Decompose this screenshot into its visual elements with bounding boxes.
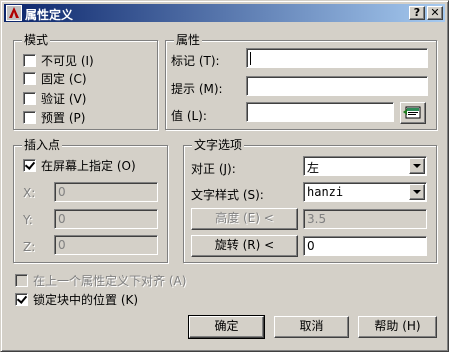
height-pick-button[interactable]: 高度 (E) < xyxy=(191,208,298,230)
title-bar[interactable]: 属性定义 ? ✕ xyxy=(4,4,445,22)
value-input[interactable] xyxy=(246,102,394,122)
verify-checkbox-label: 验证 (V) xyxy=(41,91,87,106)
invisible-checkbox[interactable]: 不可见 (I) xyxy=(23,52,94,68)
justify-label: 对正 (J): xyxy=(191,162,236,176)
preset-checkbox[interactable]: 预置 (P) xyxy=(23,109,85,125)
specify-on-screen-label: 在屏幕上指定 (O) xyxy=(41,158,136,173)
text-caret xyxy=(250,52,251,65)
cancel-button[interactable]: 取消 xyxy=(274,316,349,338)
help-button[interactable]: 帮助 (H) xyxy=(358,316,437,338)
tag-label: 标记 (T): xyxy=(171,54,220,68)
chevron-down-icon[interactable] xyxy=(409,184,425,200)
align-below-label: 在上一个属性定义下对齐 (A) xyxy=(33,273,187,288)
constant-checkbox[interactable]: 固定 (C) xyxy=(23,70,87,86)
invisible-checkbox-box[interactable] xyxy=(23,53,36,67)
rotation-pick-button[interactable]: 旋转 (R) < xyxy=(191,235,298,257)
specify-on-screen-checkbox-box[interactable] xyxy=(23,158,36,172)
close-icon: ✕ xyxy=(430,6,440,19)
mode-group-label: 模式 xyxy=(22,33,51,47)
z-label: Z: xyxy=(23,240,36,254)
constant-checkbox-label: 固定 (C) xyxy=(41,71,87,86)
autocad-app-icon xyxy=(6,5,22,21)
preset-checkbox-box[interactable] xyxy=(23,110,36,124)
y-input[interactable]: 0 xyxy=(54,209,158,229)
specify-on-screen-checkbox[interactable]: 在屏幕上指定 (O) xyxy=(23,157,136,173)
insertion-point-group-label: 插入点 xyxy=(22,138,63,152)
z-input[interactable]: 0 xyxy=(54,235,158,255)
align-below-checkbox[interactable]: 在上一个属性定义下对齐 (A) xyxy=(15,272,186,288)
attribute-definition-dialog: 属性定义 ? ✕ 模式 不可见 (I) 固定 (C) 验证 (V) 预置 (P)… xyxy=(0,0,449,352)
y-label: Y: xyxy=(23,213,33,227)
verify-checkbox-box[interactable] xyxy=(23,91,36,105)
value-label: 值 (L): xyxy=(171,109,207,123)
window-title: 属性定义 xyxy=(25,8,74,22)
verify-checkbox[interactable]: 验证 (V) xyxy=(23,90,86,106)
lock-position-checkbox-box[interactable] xyxy=(15,292,28,306)
text-style-label: 文字样式 (S): xyxy=(191,188,264,202)
chevron-down-icon[interactable] xyxy=(409,158,425,174)
prompt-input[interactable] xyxy=(246,76,428,96)
text-style-select[interactable]: hanzi xyxy=(303,182,427,202)
lock-position-checkbox[interactable]: 锁定块中的位置 (K) xyxy=(15,291,138,307)
x-input[interactable]: 0 xyxy=(54,182,158,202)
x-label: X: xyxy=(23,186,36,200)
lock-position-label: 锁定块中的位置 (K) xyxy=(33,292,139,307)
text-options-group-label: 文字选项 xyxy=(192,138,245,152)
prompt-label: 提示 (M): xyxy=(171,82,223,96)
close-button[interactable]: ✕ xyxy=(427,6,443,20)
align-below-checkbox-box[interactable] xyxy=(15,273,28,287)
height-input[interactable]: 3.5 xyxy=(303,209,427,229)
invisible-checkbox-label: 不可见 (I) xyxy=(41,53,94,68)
insert-field-icon xyxy=(403,106,421,119)
tag-input[interactable] xyxy=(246,48,428,68)
preset-checkbox-label: 预置 (P) xyxy=(41,110,86,125)
insert-field-button[interactable] xyxy=(400,102,426,124)
constant-checkbox-box[interactable] xyxy=(23,71,36,85)
help-title-button[interactable]: ? xyxy=(409,6,425,20)
attribute-group-label: 属性 xyxy=(174,33,203,47)
rotation-input[interactable]: 0 xyxy=(303,236,427,256)
justify-select[interactable]: 左 xyxy=(303,156,427,176)
help-icon: ? xyxy=(413,6,421,19)
ok-button[interactable]: 确定 xyxy=(188,315,265,339)
